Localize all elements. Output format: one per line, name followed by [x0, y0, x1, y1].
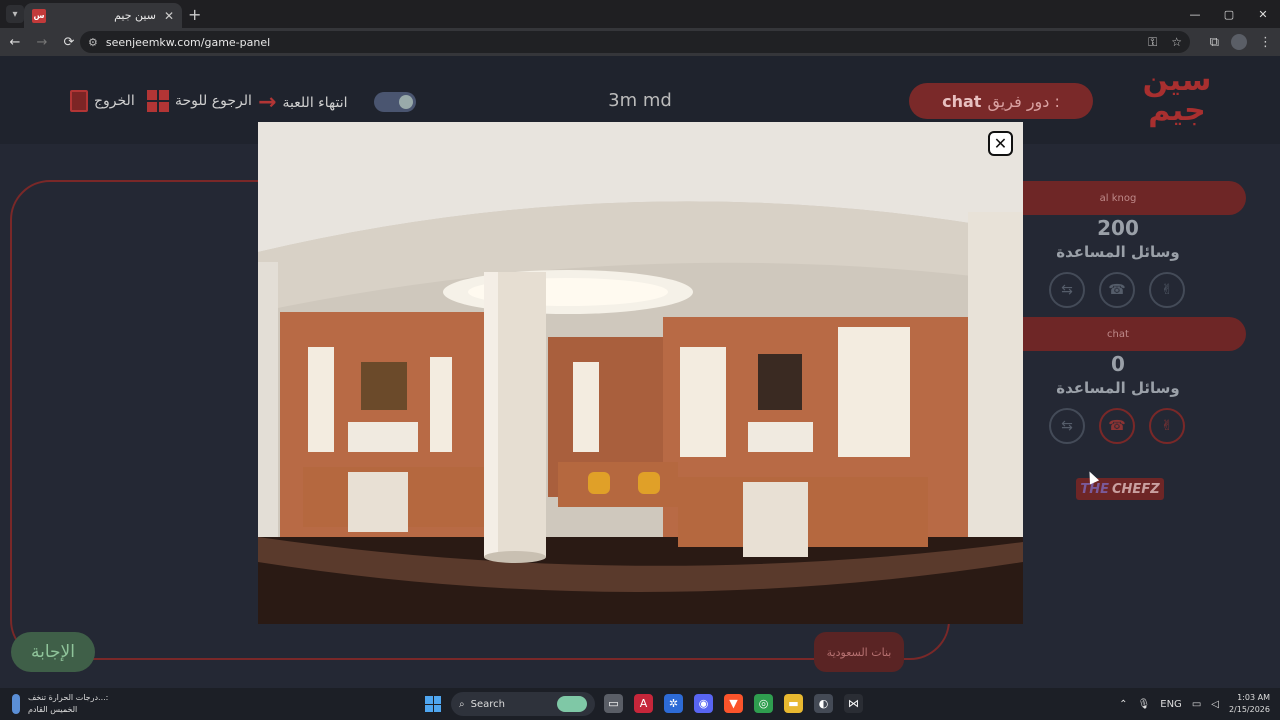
grid-icon [147, 90, 169, 112]
back-to-board-button[interactable]: الرجوع للوحة [147, 90, 252, 112]
acrobat-icon[interactable]: A [634, 694, 653, 713]
exit-label: الخروج [94, 93, 135, 109]
back-button[interactable]: ← [3, 30, 27, 54]
task-view-icon[interactable]: ▭ [604, 694, 623, 713]
file-explorer-icon[interactable]: ▬ [784, 694, 803, 713]
team-turn-indicator: chat دور فريق : [909, 83, 1093, 119]
question-image-modal [258, 122, 1023, 624]
discord-icon[interactable]: ◉ [694, 694, 713, 713]
search-highlight-icon [557, 696, 587, 712]
team-2-name: chat [990, 317, 1246, 351]
back-to-board-label: الرجوع للوحة [175, 93, 252, 109]
extensions-icon[interactable]: ⧉ [1210, 35, 1219, 50]
chevron-up-icon[interactable]: ⌃ [1119, 699, 1127, 710]
close-window-button[interactable]: ✕ [1246, 0, 1280, 28]
swap-icon[interactable]: ⇆ [1049, 272, 1085, 308]
team-2-tools-label: وسائل المساعدة [1056, 379, 1180, 397]
seenjeem-logo: سين جيم [1142, 63, 1212, 128]
team-2-tools: ⇆ ☎ ✌ [1049, 408, 1185, 444]
hand-icon[interactable]: ✌ [1149, 408, 1185, 444]
end-game-button[interactable]: → انتهاء اللعبة [258, 90, 347, 115]
clock-time: 1:03 AM [1237, 693, 1270, 702]
phone-icon[interactable]: ☎ [1099, 272, 1135, 308]
thermometer-icon [12, 694, 20, 714]
search-label: Search [470, 698, 505, 710]
password-key-icon[interactable]: ⚿ [1148, 35, 1157, 50]
window-controls: — ▢ ✕ [1178, 0, 1280, 28]
game-title: 3m md [608, 90, 672, 111]
brave-icon[interactable]: ▼ [724, 694, 743, 713]
capcut-icon[interactable]: ⋈ [844, 694, 863, 713]
minimize-button[interactable]: — [1178, 0, 1212, 28]
reload-button[interactable]: ⟳ [57, 30, 81, 54]
timer-toggle[interactable] [374, 92, 416, 112]
team-1-name: al knog [990, 181, 1246, 215]
tab-search-menu[interactable]: ▾ [6, 5, 24, 23]
team-2-score: 0 [1111, 352, 1125, 376]
browser-toolbar: ← → ⟳ ⚙ seenjeemkw.com/game-panel ⚿ ☆ ⧉ … [0, 28, 1280, 56]
tab-close-icon[interactable]: ✕ [164, 9, 174, 23]
pinned-apps: ▭ A ✲ ◉ ▼ ◎ ▬ ◐ ⋈ [604, 694, 863, 713]
browser-tab[interactable]: س سين جيم ✕ [24, 3, 182, 28]
microphone-icon[interactable]: 🎙 [1138, 699, 1151, 710]
store-interior-image [258, 122, 1023, 624]
site-favicon-icon: س [32, 8, 46, 23]
swap-icon[interactable]: ⇆ [1049, 408, 1085, 444]
url-text: seenjeemkw.com/game-panel [105, 35, 271, 49]
steam-icon[interactable]: ◐ [814, 694, 833, 713]
weather-line-1: درجات الحرارة تنخف...: [28, 693, 109, 702]
arrow-right-icon: → [258, 90, 277, 115]
team-1-tools-label: وسائل المساعدة [1056, 243, 1180, 261]
profile-avatar[interactable] [1231, 34, 1247, 50]
exit-door-icon [70, 90, 88, 112]
windows-start-icon[interactable] [425, 696, 441, 712]
search-icon: ⌕ [459, 698, 465, 710]
system-tray: ⌃ 🎙 ENG ▭ ◁ 1:03 AM 2/15/2026 [1119, 692, 1270, 716]
exit-button[interactable]: الخروج [70, 90, 135, 112]
weather-line-2: الخميس القادم [28, 705, 78, 714]
chrome-icon[interactable]: ◎ [754, 694, 773, 713]
hand-icon[interactable]: ✌ [1149, 272, 1185, 308]
site-info-icon[interactable]: ⚙ [88, 36, 98, 49]
new-tab-button[interactable]: + [188, 5, 201, 24]
browser-menu-icon[interactable]: ⋮ [1259, 35, 1272, 50]
clock-date: 2/15/2026 [1228, 705, 1270, 714]
forward-button[interactable]: → [30, 30, 54, 54]
language-indicator[interactable]: ENG [1160, 699, 1182, 710]
volume-icon[interactable]: ◁ [1211, 699, 1219, 710]
modal-close-button[interactable]: ✕ [988, 131, 1013, 156]
phone-icon[interactable]: ☎ [1099, 408, 1135, 444]
turn-team-name: chat [942, 91, 982, 111]
weather-widget[interactable]: درجات الحرارة تنخف...: الخميس القادم [12, 692, 108, 716]
turn-label: دور فريق : [987, 91, 1060, 111]
network-icon[interactable]: ▭ [1192, 699, 1201, 710]
end-game-label: انتهاء اللعبة [282, 94, 348, 111]
taskbar: درجات الحرارة تنخف...: الخميس القادم ⌕ S… [0, 688, 1280, 720]
tab-title: سين جيم [114, 9, 156, 22]
team-1-tools: ⇆ ☎ ✌ [1049, 272, 1185, 308]
clock[interactable]: 1:03 AM 2/15/2026 [1229, 692, 1270, 716]
address-bar[interactable]: ⚙ seenjeemkw.com/game-panel ⚿ ☆ [80, 31, 1190, 53]
taskbar-search[interactable]: ⌕ Search [451, 692, 595, 716]
team-1-score: 200 [1097, 216, 1139, 240]
bookmark-star-icon[interactable]: ☆ [1171, 35, 1182, 50]
category-button[interactable]: بنات السعودية [814, 632, 904, 672]
browser-tabstrip: ▾ س سين جيم ✕ + — ▢ ✕ [0, 0, 1280, 28]
answer-button[interactable]: الإجابة [11, 632, 95, 672]
restore-button[interactable]: ▢ [1212, 0, 1246, 28]
kubernetes-icon[interactable]: ✲ [664, 694, 683, 713]
